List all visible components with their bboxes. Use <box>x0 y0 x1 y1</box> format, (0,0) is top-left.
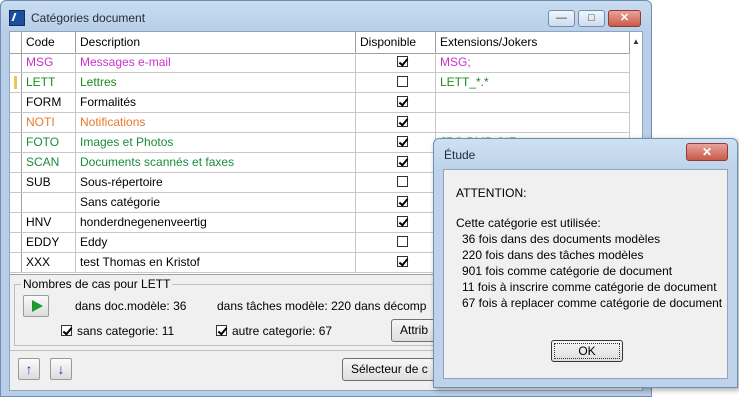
cell-description[interactable]: Eddy <box>76 233 356 252</box>
disponible-checkbox[interactable] <box>397 116 408 127</box>
disponible-checkbox[interactable] <box>397 76 408 87</box>
cell-code[interactable]: HNV <box>22 213 76 232</box>
dialog-body: ATTENTION: Cette catégorie est utilisée:… <box>443 169 728 379</box>
group-label: Nombres de cas pour LETT <box>21 277 173 291</box>
cell-code[interactable]: LETT <box>22 73 76 92</box>
header-disponible[interactable]: Disponible <box>356 32 436 53</box>
maximize-button[interactable]: □ <box>578 10 605 27</box>
cell-code[interactable]: XXX <box>22 253 76 272</box>
title-bar[interactable]: Catégories document — □ ✕ <box>1 1 651 31</box>
cell-description[interactable]: Lettres <box>76 73 356 92</box>
cell-description[interactable]: Sans catégorie <box>76 193 356 212</box>
dialog-close-button[interactable]: ✕ <box>686 143 728 161</box>
cell-extensions[interactable] <box>436 113 630 132</box>
autre-categorie-label: autre categorie: 67 <box>232 324 333 338</box>
row-indicator <box>10 253 22 272</box>
dialog-line: 220 fois dans des tâches modèles <box>462 248 644 262</box>
scroll-up-arrow-icon[interactable]: ▲ <box>630 34 642 50</box>
move-up-arrow-icon[interactable]: ↑ <box>18 358 40 380</box>
grid-header: Code Description Disponible Extensions/J… <box>10 32 630 54</box>
header-indicator <box>10 32 22 53</box>
disponible-checkbox[interactable] <box>397 156 408 167</box>
cell-code[interactable]: EDDY <box>22 233 76 252</box>
cell-description[interactable]: Images et Photos <box>76 133 356 152</box>
cell-disponible[interactable] <box>356 193 436 212</box>
header-description[interactable]: Description <box>76 32 356 53</box>
cell-description[interactable]: Formalités <box>76 93 356 112</box>
cell-code[interactable]: NOTI <box>22 113 76 132</box>
cell-disponible[interactable] <box>356 253 436 272</box>
dialog-line: 901 fois comme catégorie de document <box>462 264 673 278</box>
dialog-title: Étude <box>444 148 476 162</box>
row-indicator <box>10 213 22 232</box>
cell-extensions[interactable] <box>436 93 630 112</box>
cell-disponible[interactable] <box>356 93 436 112</box>
dialog-line: 67 fois à replacer comme catégorie de do… <box>462 296 723 310</box>
cell-code[interactable] <box>22 193 76 212</box>
checkbox-box <box>216 325 227 336</box>
disponible-checkbox[interactable] <box>397 56 408 67</box>
cell-description[interactable]: Messages e-mail <box>76 53 356 72</box>
row-indicator <box>10 173 22 192</box>
close-button[interactable]: ✕ <box>608 10 641 27</box>
etude-dialog: Étude ✕ ATTENTION: Cette catégorie est u… <box>433 138 738 388</box>
play-button[interactable] <box>23 295 49 317</box>
cell-code[interactable]: SUB <box>22 173 76 192</box>
cell-code[interactable]: SCAN <box>22 153 76 172</box>
cell-disponible[interactable] <box>356 173 436 192</box>
dialog-line: 36 fois dans des documents modèles <box>462 232 661 246</box>
cell-description[interactable]: test Thomas en Kristof <box>76 253 356 272</box>
disponible-checkbox[interactable] <box>397 216 408 227</box>
row-indicator <box>10 233 22 252</box>
cell-code[interactable]: FOTO <box>22 133 76 152</box>
ok-button[interactable]: OK <box>551 340 623 362</box>
row-indicator <box>10 113 22 132</box>
disponible-checkbox[interactable] <box>397 236 408 247</box>
cell-disponible[interactable] <box>356 113 436 132</box>
minimize-button[interactable]: — <box>548 10 575 27</box>
stat-docmodele: dans doc.modèle: 36 <box>75 299 187 313</box>
table-row[interactable]: NOTI Notifications <box>10 113 630 133</box>
cell-description[interactable]: honderdnegenenveertig <box>76 213 356 232</box>
row-indicator <box>10 53 22 72</box>
cell-extensions[interactable]: MSG; <box>436 53 630 72</box>
row-indicator <box>10 93 22 112</box>
header-extensions[interactable]: Extensions/Jokers <box>436 32 630 53</box>
table-row[interactable]: MSG Messages e-mail MSG; <box>10 53 630 73</box>
cell-disponible[interactable] <box>356 153 436 172</box>
table-row[interactable]: LETT Lettres LETT_*.* <box>10 73 630 93</box>
row-indicator <box>10 153 22 172</box>
table-row[interactable]: FORM Formalités <box>10 93 630 113</box>
dialog-attention: ATTENTION: <box>456 186 527 200</box>
disponible-checkbox[interactable] <box>397 256 408 267</box>
cell-disponible[interactable] <box>356 73 436 92</box>
move-down-arrow-icon[interactable]: ↓ <box>50 358 72 380</box>
disponible-checkbox[interactable] <box>397 136 408 147</box>
row-indicator <box>10 73 22 92</box>
disponible-checkbox[interactable] <box>397 176 408 187</box>
row-indicator <box>10 133 22 152</box>
disponible-checkbox[interactable] <box>397 96 408 107</box>
cell-code[interactable]: MSG <box>22 53 76 72</box>
selecteur-button[interactable]: Sélecteur de c <box>342 358 438 381</box>
sans-categorie-label: sans categorie: 11 <box>77 324 175 338</box>
app-icon <box>9 10 25 26</box>
stat-taches: dans tâches modèle: 220 dans décomp <box>217 299 427 313</box>
cell-disponible[interactable] <box>356 213 436 232</box>
disponible-checkbox[interactable] <box>397 196 408 207</box>
cell-description[interactable]: Notifications <box>76 113 356 132</box>
cell-extensions[interactable]: LETT_*.* <box>436 73 630 92</box>
window-title: Catégories document <box>31 11 146 25</box>
row-indicator <box>10 193 22 212</box>
dialog-intro: Cette catégorie est utilisée: <box>456 216 601 230</box>
cell-disponible[interactable] <box>356 133 436 152</box>
cell-description[interactable]: Documents scannés et faxes <box>76 153 356 172</box>
cell-disponible[interactable] <box>356 233 436 252</box>
dialog-line: 11 fois à inscrire comme catégorie de do… <box>462 280 717 294</box>
cell-description[interactable]: Sous-répertoire <box>76 173 356 192</box>
header-code[interactable]: Code <box>22 32 76 53</box>
cell-code[interactable]: FORM <box>22 93 76 112</box>
cell-disponible[interactable] <box>356 53 436 72</box>
checkbox-box <box>61 325 72 336</box>
